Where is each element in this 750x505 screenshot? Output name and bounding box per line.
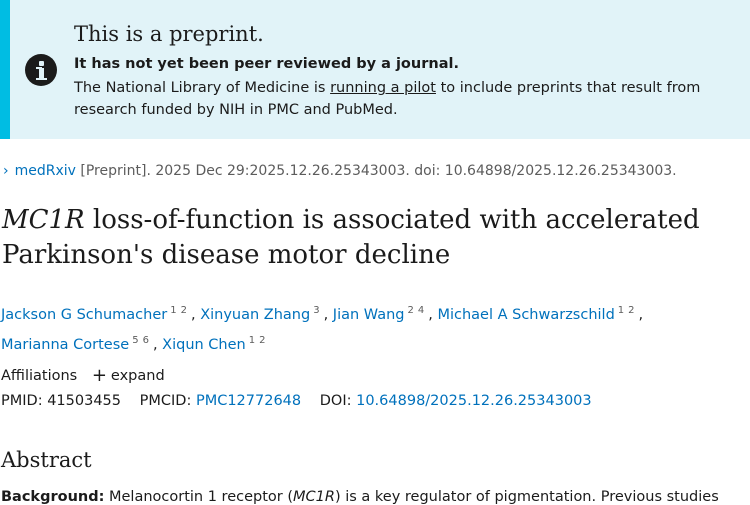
author-affiliation-refs[interactable]: 3 [313, 305, 323, 316]
author-affiliation-refs[interactable]: 56 [132, 335, 153, 346]
identifiers-row: PMID: 41503455 PMCID: PMC12772648 DOI: 1… [1, 393, 592, 409]
pmid-label: PMID: [1, 393, 43, 409]
expand-affiliations-button[interactable]: + expand [91, 365, 165, 386]
doi-link[interactable]: 10.64898/2025.12.26.25343003 [356, 393, 592, 409]
abstract-background-label: Background: [1, 489, 105, 505]
plus-icon: + [91, 365, 107, 386]
author-affiliation-refs[interactable]: 24 [407, 305, 428, 316]
journal-link[interactable]: medRxiv [15, 163, 76, 179]
citation-line: › medRxiv [Preprint]. 2025 Dec 29:2025.12… [3, 163, 677, 179]
article-title: MC1R loss-of-function is associated with… [2, 203, 750, 273]
abstract-text-before: Melanocortin 1 receptor ( [104, 489, 294, 505]
author-list: Jackson G Schumacher 1 2, Xinyuan Zhang 3, … [1, 305, 644, 353]
title-rest: loss-of-function is associated with acce… [84, 205, 700, 235]
pmid-value: 41503455 [47, 393, 122, 409]
abstract-heading: Abstract [1, 448, 92, 472]
author-link[interactable]: Marianna Cortese [1, 337, 129, 353]
author-link[interactable]: Jian Wang [333, 307, 405, 323]
banner-description: The National Library of Medicine is runn… [74, 77, 724, 121]
author-link[interactable]: Jackson G Schumacher [1, 307, 167, 323]
expand-label: expand [110, 368, 165, 384]
author-affiliation-refs[interactable]: 12 [170, 305, 191, 316]
banner-text-before: The National Library of Medicine is [74, 80, 331, 96]
chevron-right-icon: › [3, 163, 9, 179]
banner-title: This is a preprint. [74, 22, 264, 46]
title-gene: MC1R [2, 205, 85, 235]
preprint-notice-banner: This is a preprint. It has not yet been … [0, 0, 750, 139]
pmcid-link[interactable]: PMC12772648 [196, 393, 301, 409]
affiliations-label: Affiliations [1, 368, 78, 384]
abstract-gene: MC1R [293, 489, 335, 505]
author-link[interactable]: Xiqun Chen [162, 337, 246, 353]
abstract-text-after: ) is a key regulator of pigmentation. Pr… [334, 489, 719, 505]
doi-label: DOI: [319, 393, 352, 409]
title-line-2: Parkinson's disease motor decline [2, 240, 451, 270]
pmcid-label: PMCID: [139, 393, 192, 409]
author-link[interactable]: Michael A Schwarzschild [437, 307, 614, 323]
banner-accent-bar [0, 0, 10, 139]
banner-warning: It has not yet been peer reviewed by a j… [74, 56, 459, 72]
citation-details: [Preprint]. 2025 Dec 29:2025.12.26.25343… [80, 163, 677, 179]
info-icon [25, 54, 57, 86]
affiliations-row: Affiliations + expand [1, 365, 165, 386]
abstract-first-line: Background: Melanocortin 1 receptor (MC1… [1, 489, 750, 505]
author-link[interactable]: Xinyuan Zhang [200, 307, 310, 323]
author-affiliation-refs[interactable]: 12 [618, 305, 639, 316]
author-affiliation-refs[interactable]: 12 [249, 335, 270, 346]
running-a-pilot-link[interactable]: running a pilot [330, 80, 436, 96]
